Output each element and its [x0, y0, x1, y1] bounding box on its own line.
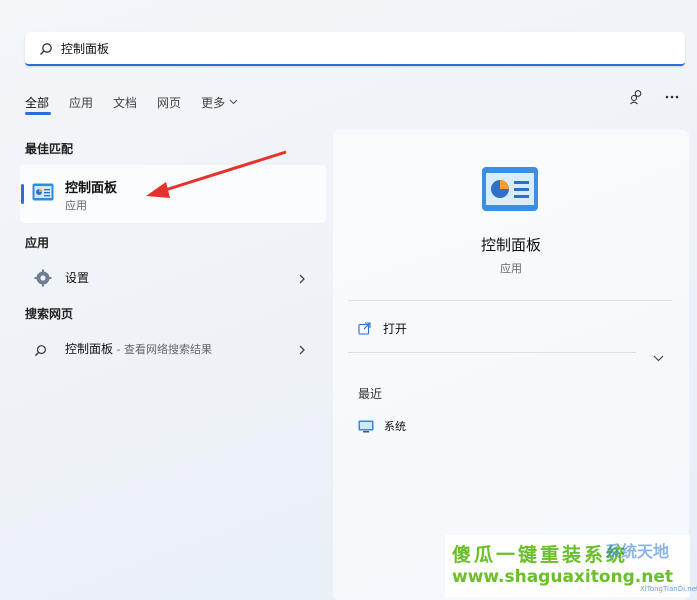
- web-search-heading: 搜索网页: [25, 307, 74, 321]
- tab-all[interactable]: 全部: [25, 94, 49, 111]
- header-actions: [609, 89, 679, 105]
- search-box[interactable]: 控制面板: [25, 32, 685, 66]
- web-result-control-panel[interactable]: 控制面板 - 查看网络搜索结果: [20, 333, 326, 363]
- detail-title: 控制面板: [480, 236, 541, 254]
- open-action[interactable]: 打开: [358, 320, 407, 337]
- chevron-down-icon: [229, 99, 238, 105]
- watermark-title: 傻瓜一键重装系统: [452, 544, 629, 566]
- tab-documents[interactable]: 文档: [113, 94, 137, 111]
- app-result-settings[interactable]: 设置: [20, 262, 326, 292]
- watermark-brand: 系统天地: [605, 542, 670, 561]
- search-window: 控制面板 全部 应用 文档 网页 更多 最佳匹配 控制面板 应用 应用 设置 搜…: [0, 0, 697, 600]
- search-icon: [34, 342, 47, 361]
- chevron-down-icon[interactable]: [653, 347, 664, 366]
- active-tab-indicator: [25, 112, 51, 115]
- selection-marker: [21, 184, 24, 204]
- gear-icon: [34, 269, 52, 291]
- recent-heading: 最近: [358, 387, 383, 401]
- control-panel-icon: [32, 183, 54, 205]
- open-label: 打开: [383, 322, 408, 336]
- recent-item-system[interactable]: 系统: [358, 418, 406, 434]
- divider: [348, 352, 636, 353]
- recent-item-label: 系统: [384, 420, 406, 433]
- detail-panel: 控制面板 应用 打开 最近 系统: [333, 130, 689, 600]
- open-external-icon: [358, 322, 371, 335]
- web-result-label: 控制面板 - 查看网络搜索结果: [65, 340, 212, 357]
- tab-more[interactable]: 更多: [201, 94, 238, 111]
- search-icon: [39, 41, 53, 55]
- tab-apps[interactable]: 应用: [69, 94, 93, 111]
- account-switch-icon[interactable]: [629, 89, 645, 105]
- more-options-icon[interactable]: [665, 95, 679, 99]
- system-icon: [358, 420, 374, 432]
- watermark-brand-url: XiTongTianDi.net: [640, 585, 697, 593]
- best-match-type: 应用: [65, 199, 87, 212]
- web-result-query: 控制面板: [65, 341, 114, 356]
- web-result-hint: - 查看网络搜索结果: [113, 342, 212, 356]
- watermark-url: www.shaguaxitong.net: [452, 567, 674, 587]
- tab-more-label: 更多: [201, 95, 226, 110]
- control-panel-icon: [481, 166, 539, 216]
- best-match-name: 控制面板: [65, 181, 118, 196]
- app-result-label: 设置: [65, 270, 90, 285]
- best-match-heading: 最佳匹配: [25, 142, 74, 156]
- search-input[interactable]: 控制面板: [61, 40, 109, 57]
- tab-web[interactable]: 网页: [157, 94, 181, 111]
- filter-tabs: 全部 应用 文档 网页 更多: [25, 92, 258, 112]
- best-match-result[interactable]: 控制面板 应用: [20, 165, 326, 223]
- divider: [348, 300, 672, 301]
- chevron-right-icon[interactable]: [298, 341, 306, 360]
- chevron-right-icon[interactable]: [298, 270, 306, 289]
- apps-heading: 应用: [25, 236, 50, 250]
- detail-subtitle: 应用: [500, 262, 522, 275]
